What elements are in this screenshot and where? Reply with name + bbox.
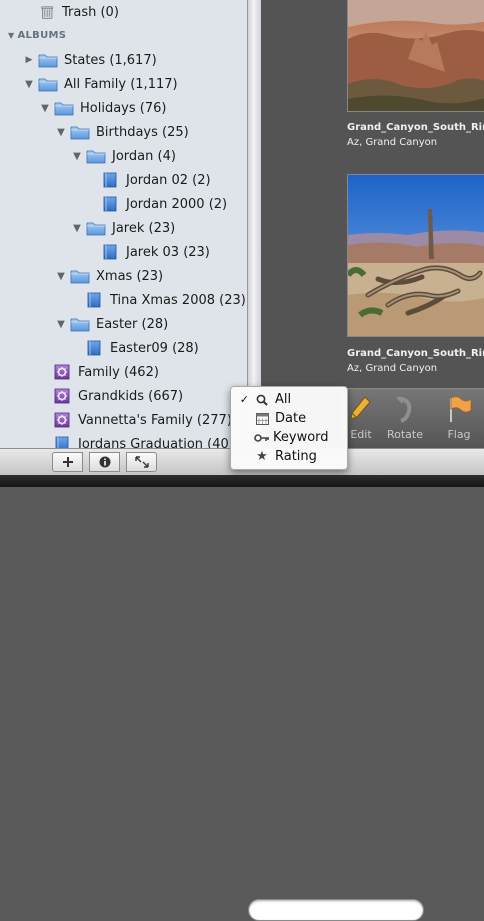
folder-icon	[70, 124, 90, 140]
smart-album-icon	[52, 364, 72, 380]
smart-album-icon	[52, 412, 72, 428]
rotate-button[interactable]: Rotate	[382, 389, 428, 441]
disclosure-expanded-icon[interactable]: ▼	[24, 79, 34, 90]
photo-location: Az, Grand Canyon	[347, 137, 438, 148]
sidebar-item-xmas[interactable]: ▼ Xmas (23)	[56, 264, 163, 288]
sidebar-item-jarek-03[interactable]: Jarek 03 (23)	[100, 240, 210, 264]
menu-item-all[interactable]: ✓ All	[231, 390, 347, 409]
sidebar-item-grandkids[interactable]: Grandkids (667)	[52, 384, 183, 408]
sidebar-item-trash[interactable]: Trash (0)	[40, 0, 119, 24]
disclosure-expanded-icon[interactable]: ▼	[56, 319, 66, 330]
calendar-icon	[255, 412, 269, 425]
disclosure-expanded-icon[interactable]: ▼	[72, 223, 82, 234]
sidebar-item-easter09[interactable]: Easter09 (28)	[84, 336, 199, 360]
sidebar-item-family[interactable]: Family (462)	[52, 360, 159, 384]
photo-toolbar: Edit Rotate Flag	[340, 388, 484, 447]
album-icon	[52, 436, 72, 448]
photo-caption: Grand_Canyon_South_Rim_ Az, Grand Canyon	[347, 120, 484, 150]
photo-location: Az, Grand Canyon	[347, 363, 438, 374]
folder-icon	[38, 76, 58, 92]
folder-icon	[54, 100, 74, 116]
smart-album-icon	[52, 388, 72, 404]
photo-thumbnail[interactable]	[347, 0, 484, 112]
disclosure-expanded-icon[interactable]: ▼	[72, 151, 82, 162]
sidebar-item-vannettas-family[interactable]: Vannetta's Family (277)	[52, 408, 232, 432]
sidebar-item-birthdays[interactable]: ▼ Birthdays (25)	[56, 120, 189, 144]
album-icon	[100, 172, 120, 188]
info-button[interactable]	[89, 452, 120, 472]
menu-item-date[interactable]: Date	[231, 409, 347, 428]
sidebar-item-jarek[interactable]: ▼ Jarek (23)	[72, 216, 175, 240]
flag-button[interactable]: Flag	[436, 389, 482, 441]
key-icon	[254, 433, 269, 442]
rotate-icon	[396, 397, 412, 423]
sidebar-item-jordan-02[interactable]: Jordan 02 (2)	[100, 168, 211, 192]
expand-icon	[134, 456, 149, 468]
disclosure-expanded-icon[interactable]: ▼	[56, 127, 66, 138]
pencil-icon	[350, 396, 371, 420]
sidebar-item-tina-xmas-2008[interactable]: Tina Xmas 2008 (23)	[84, 288, 246, 312]
folder-icon	[70, 268, 90, 284]
fullscreen-button[interactable]	[126, 452, 157, 472]
sidebar-item-easter[interactable]: ▼ Easter (28)	[56, 312, 168, 336]
trash-icon	[41, 6, 54, 19]
search-options-menu: ✓ All Date Keyword ★ Rating	[230, 386, 348, 470]
grand-canyon-photo-1	[348, 0, 484, 111]
folder-icon	[86, 220, 106, 236]
sidebar-item-holidays[interactable]: ▼ Holidays (76)	[40, 96, 166, 120]
albums-section-header[interactable]: ▼ ALBUMS	[8, 30, 66, 41]
photo-caption: Grand_Canyon_South_Rim_ Az, Grand Canyon	[347, 346, 484, 376]
menu-item-rating[interactable]: ★ Rating	[231, 447, 347, 466]
search-field[interactable]	[248, 899, 424, 921]
album-icon	[84, 292, 104, 308]
sidebar-item-states[interactable]: ▶ States (1,617)	[24, 48, 157, 72]
dock	[0, 475, 484, 487]
folder-icon	[70, 316, 90, 332]
source-list: Trash (0) ▼ ALBUMS ▶ States (1,617) ▼ All…	[0, 0, 247, 448]
photo-browser: Grand_Canyon_South_Rim_ Az, Grand Canyon…	[261, 0, 484, 448]
folder-icon	[38, 52, 58, 68]
album-icon	[100, 244, 120, 260]
menu-item-keyword[interactable]: Keyword	[231, 428, 347, 447]
add-button[interactable]	[52, 452, 83, 472]
disclosure-collapsed-icon[interactable]: ▶	[24, 55, 34, 65]
info-icon	[99, 456, 110, 468]
flag-icon	[450, 396, 472, 422]
plus-icon	[62, 457, 73, 467]
photo-thumbnail[interactable]	[347, 174, 484, 337]
sidebar-item-all-family[interactable]: ▼ All Family (1,117)	[24, 72, 177, 96]
folder-icon	[86, 148, 106, 164]
album-icon	[84, 340, 104, 356]
magnifier-icon	[256, 394, 268, 406]
star-icon: ★	[256, 449, 268, 464]
photo-filename: Grand_Canyon_South_Rim_	[347, 348, 484, 359]
photo-filename: Grand_Canyon_South_Rim_	[347, 122, 484, 133]
disclosure-expanded-icon[interactable]: ▼	[40, 103, 50, 114]
disclosure-expanded-icon[interactable]: ▼	[56, 271, 66, 282]
album-icon	[100, 196, 120, 212]
grand-canyon-photo-2	[348, 175, 484, 336]
checkmark-icon: ✓	[239, 393, 249, 406]
sidebar-item-jordan-2000[interactable]: Jordan 2000 (2)	[100, 192, 227, 216]
sidebar-item-label: Trash (0)	[62, 4, 119, 20]
chevron-down-icon: ▼	[8, 31, 15, 40]
sidebar-item-jordans-graduation[interactable]: Jordans Graduation (40)	[52, 432, 234, 448]
sidebar-item-jordan[interactable]: ▼ Jordan (4)	[72, 144, 176, 168]
